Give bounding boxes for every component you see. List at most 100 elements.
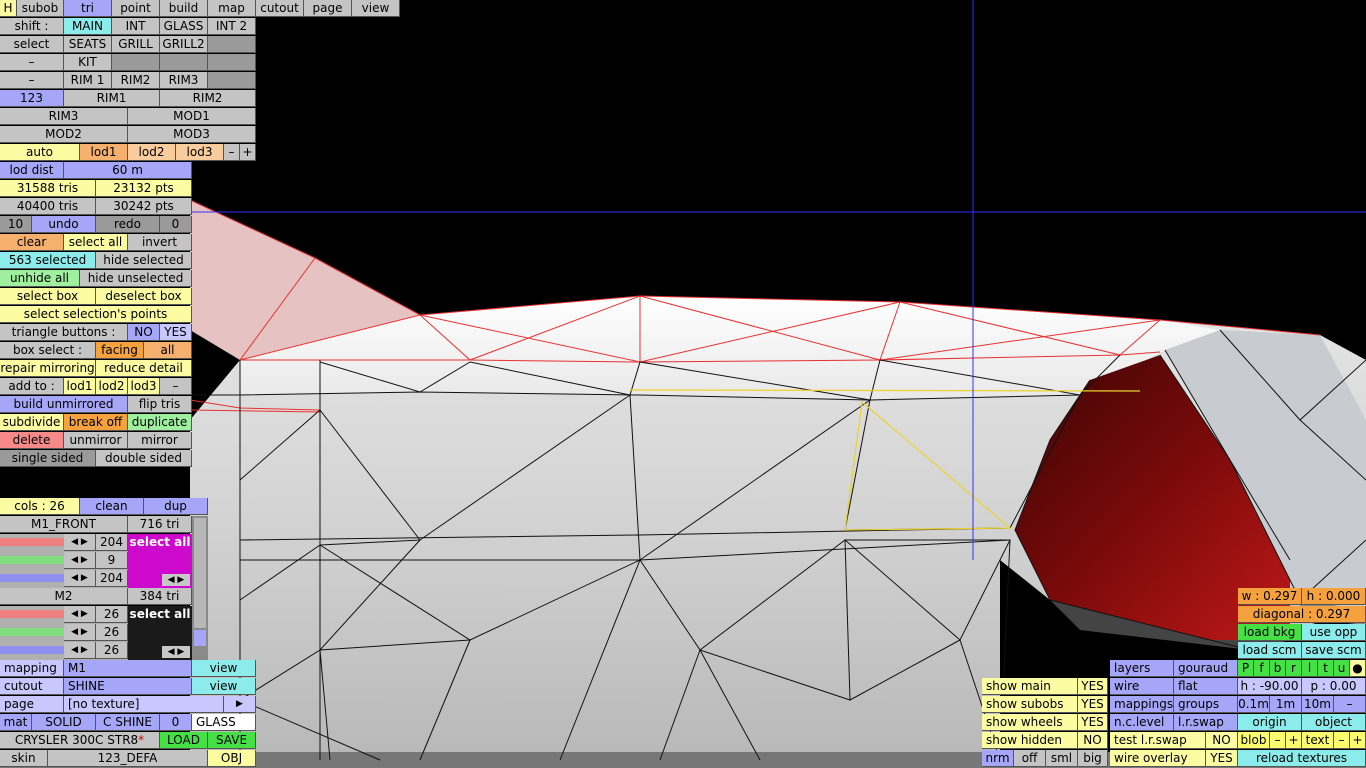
size-sml[interactable]: sml [1046, 750, 1078, 767]
subob-main[interactable]: MAIN [64, 18, 112, 35]
help-button[interactable]: H [0, 0, 17, 17]
green-arrows[interactable]: ◀ ▶ [64, 552, 96, 569]
step-minus[interactable]: – [1334, 696, 1366, 713]
cutout-value[interactable]: SHINE [64, 678, 192, 695]
unhide-all-button[interactable]: unhide all [0, 270, 80, 287]
view-right[interactable]: r [1286, 660, 1302, 677]
blue-slider[interactable] [0, 574, 64, 582]
flip-tris-button[interactable]: flip tris [128, 396, 192, 413]
lr-swap-button[interactable]: l.r.swap [1174, 714, 1238, 731]
show-subobs-toggle[interactable]: YES [1078, 696, 1108, 713]
duplicate-button[interactable]: duplicate [128, 414, 192, 431]
subob-empty-4[interactable] [208, 54, 256, 71]
subob-rim3[interactable]: RIM3 [160, 72, 208, 89]
size-big[interactable]: big [1078, 750, 1108, 767]
text-minus[interactable]: – [1334, 732, 1350, 749]
material-select-all[interactable]: select all [128, 534, 192, 550]
view-perspective[interactable]: P [1238, 660, 1254, 677]
wire-button[interactable]: wire [1110, 678, 1174, 695]
reload-textures-button[interactable]: reload textures [1238, 750, 1366, 767]
mapping-view-button[interactable]: view [192, 660, 256, 677]
view-dot[interactable]: ● [1350, 660, 1366, 677]
menu-subob[interactable]: subob [17, 0, 64, 17]
load-bkg-button[interactable]: load bkg [1238, 624, 1302, 641]
wire-overlay-toggle[interactable]: YES [1206, 750, 1238, 767]
select-points-button[interactable]: select selection's points [0, 306, 192, 323]
mappings-button[interactable]: mappings [1110, 696, 1174, 713]
material-select-all[interactable]: select all [128, 606, 192, 622]
save-button[interactable]: SAVE [208, 732, 256, 749]
menu-map[interactable]: map [208, 0, 256, 17]
swatch-arrows[interactable]: ◀ ▶ [162, 574, 190, 586]
load-button[interactable]: LOAD [160, 732, 208, 749]
view-left[interactable]: l [1302, 660, 1318, 677]
subob-123[interactable]: 123 [0, 90, 64, 107]
subob-int2[interactable]: INT 2 [208, 18, 256, 35]
view-back[interactable]: b [1270, 660, 1286, 677]
view-top[interactable]: t [1318, 660, 1334, 677]
select-all-button[interactable]: select all [64, 234, 128, 251]
subob-rim1[interactable]: RIM 1 [64, 72, 112, 89]
green-slider[interactable] [0, 628, 64, 636]
repair-mirroring-button[interactable]: repair mirroring [0, 360, 96, 377]
obj-button[interactable]: OBJ [208, 750, 256, 767]
clear-button[interactable]: clear [0, 234, 64, 251]
mat-glass-field[interactable]: GLASS [192, 714, 256, 731]
double-sided-button[interactable]: double sided [96, 450, 192, 467]
invert-button[interactable]: invert [128, 234, 192, 251]
cols-dup-button[interactable]: dup [144, 498, 208, 515]
lod-plus[interactable]: + [240, 144, 256, 161]
show-hidden-toggle[interactable]: NO [1078, 732, 1108, 749]
unmirror-button[interactable]: unmirror [64, 432, 128, 449]
menu-point[interactable]: point [112, 0, 160, 17]
subob-rim1-wide[interactable]: RIM1 [64, 90, 160, 107]
subob-empty-3[interactable] [160, 54, 208, 71]
menu-cutout[interactable]: cutout [256, 0, 304, 17]
red-slider[interactable] [0, 610, 64, 618]
lod3-button[interactable]: lod3 [176, 144, 224, 161]
reduce-detail-button[interactable]: reduce detail [96, 360, 192, 377]
show-main-toggle[interactable]: YES [1078, 678, 1108, 695]
flat-button[interactable]: flat [1174, 678, 1238, 695]
subob-int[interactable]: INT [112, 18, 160, 35]
lod1-button[interactable]: lod1 [80, 144, 128, 161]
subob-mod3[interactable]: MOD3 [128, 126, 256, 143]
delete-button[interactable]: delete [0, 432, 64, 449]
nc-level-button[interactable]: n.c.level [1110, 714, 1174, 731]
object-button[interactable]: object [1302, 714, 1366, 731]
lod-dist-value[interactable]: 60 m [64, 162, 192, 179]
deselect-box-button[interactable]: deselect box [96, 288, 192, 305]
green-slider[interactable] [0, 556, 64, 564]
red-arrows[interactable]: ◀ ▶ [64, 606, 96, 623]
subob-empty-1[interactable] [208, 36, 256, 53]
material-swatch[interactable]: select all ◀ ▶ [128, 606, 192, 660]
page-next-arrow[interactable]: ▶ [224, 696, 256, 713]
scrollbar-thumb[interactable] [194, 518, 206, 628]
blue-slider[interactable] [0, 646, 64, 654]
cutout-view-button[interactable]: view [192, 678, 256, 695]
blue-arrows[interactable]: ◀ ▶ [64, 642, 96, 659]
subob-kit[interactable]: KIT [64, 54, 112, 71]
origin-button[interactable]: origin [1238, 714, 1302, 731]
subob-mod2[interactable]: MOD2 [0, 126, 128, 143]
subob-seats[interactable]: SEATS [64, 36, 112, 53]
blob-plus[interactable]: + [1286, 732, 1302, 749]
cols-clean-button[interactable]: clean [80, 498, 144, 515]
step-10m[interactable]: 10m [1302, 696, 1334, 713]
show-wheels-toggle[interactable]: YES [1078, 714, 1108, 731]
box-select-all[interactable]: all [144, 342, 192, 359]
layers-button[interactable]: layers [1110, 660, 1174, 677]
menu-build[interactable]: build [160, 0, 208, 17]
add-to-lod2[interactable]: lod2 [96, 378, 128, 395]
test-lr-swap-toggle[interactable]: NO [1206, 732, 1238, 749]
triangle-buttons-yes[interactable]: YES [160, 324, 192, 341]
hide-unselected-button[interactable]: hide unselected [80, 270, 192, 287]
subob-rim2-wide[interactable]: RIM2 [160, 90, 256, 107]
view-front[interactable]: f [1254, 660, 1270, 677]
step-0-1m[interactable]: 0.1m [1238, 696, 1270, 713]
car-name-field[interactable]: CRYSLER 300C STR8* [0, 732, 160, 749]
select-box-button[interactable]: select box [0, 288, 96, 305]
mapping-value[interactable]: M1 [64, 660, 192, 677]
skin-value[interactable]: 123_DEFA [48, 750, 208, 767]
subob-empty-5[interactable] [208, 72, 256, 89]
